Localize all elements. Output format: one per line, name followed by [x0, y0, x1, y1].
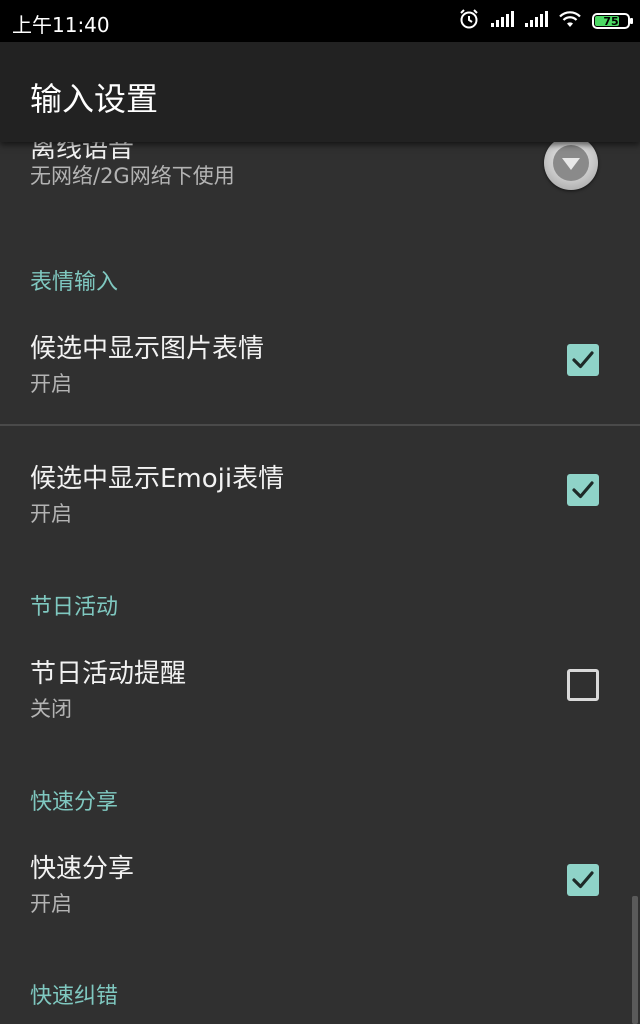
page-title: 输入设置 [30, 80, 159, 118]
signal-icon-2 [524, 9, 548, 33]
setting-offline-voice[interactable]: 离线语音 无网络/2G网络下使用 [0, 142, 640, 208]
setting-holiday-reminder[interactable]: 节日活动提醒 关闭 [0, 637, 640, 747]
checkmark-icon [572, 481, 594, 499]
setting-emoji-title: 候选中显示Emoji表情 [30, 464, 285, 494]
setting-quick-share-subtitle: 开启 [30, 892, 72, 916]
image-emoticon-checkbox[interactable] [567, 344, 599, 376]
setting-offline-voice-subtitle: 无网络/2G网络下使用 [30, 164, 235, 188]
app-bar: 输入设置 [0, 42, 640, 142]
battery-icon: 75 [592, 13, 633, 29]
wifi-icon [558, 9, 582, 33]
setting-emoji-subtitle: 开启 [30, 502, 72, 526]
setting-image-emoticon-subtitle: 开启 [30, 372, 72, 396]
section-header-emoticon-input: 表情输入 [30, 270, 119, 295]
quick-share-checkbox[interactable] [567, 864, 599, 896]
scrollbar[interactable] [632, 896, 638, 1024]
status-icons: 75 [458, 8, 633, 35]
signal-icon [490, 9, 514, 33]
setting-quick-share[interactable]: 快速分享 开启 [0, 832, 640, 942]
status-bar: 上午11:40 75 [0, 0, 640, 42]
setting-emoji[interactable]: 候选中显示Emoji表情 开启 [0, 442, 640, 552]
section-header-quick-correction: 快速纠错 [30, 984, 119, 1009]
chevron-down-icon [562, 158, 580, 170]
setting-quick-share-title: 快速分享 [30, 854, 135, 884]
status-time: 上午11:40 [12, 13, 110, 37]
section-header-holiday: 节日活动 [30, 595, 119, 620]
battery-level: 75 [603, 14, 619, 28]
checkmark-icon [572, 871, 594, 889]
settings-list[interactable]: 离线语音 无网络/2G网络下使用 表情输入 候选中显示图片表情 开启 候选中显示… [0, 142, 640, 1024]
emoji-checkbox[interactable] [567, 474, 599, 506]
setting-image-emoticon[interactable]: 候选中显示图片表情 开启 [0, 312, 640, 422]
alarm-icon [458, 8, 480, 35]
divider [0, 424, 640, 426]
setting-holiday-reminder-subtitle: 关闭 [30, 697, 72, 721]
setting-image-emoticon-title: 候选中显示图片表情 [30, 334, 265, 364]
holiday-reminder-checkbox[interactable] [567, 669, 599, 701]
section-header-quick-share: 快速分享 [30, 790, 119, 815]
checkmark-icon [572, 351, 594, 369]
setting-holiday-reminder-title: 节日活动提醒 [30, 659, 187, 689]
offline-voice-dropdown-button[interactable] [544, 142, 598, 190]
